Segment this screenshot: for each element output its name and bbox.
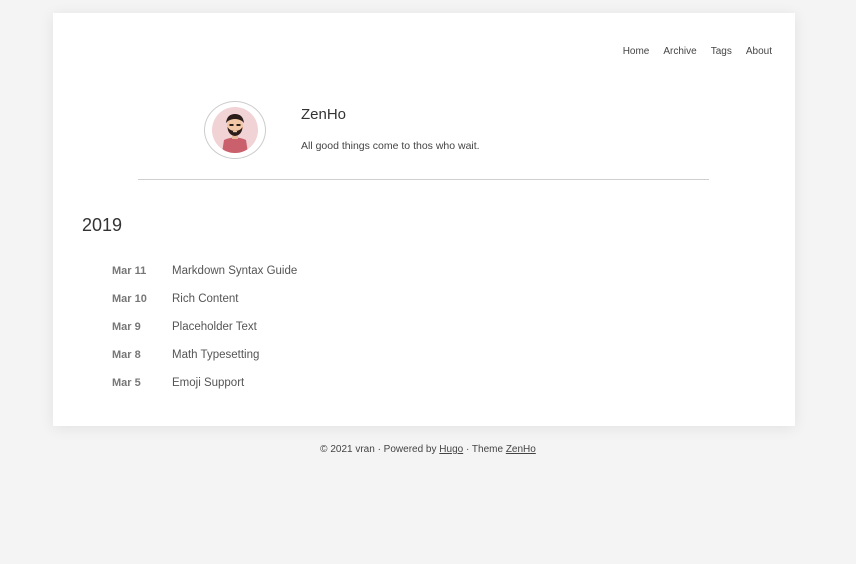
top-nav: Home Archive Tags About <box>623 46 772 57</box>
person-icon <box>222 114 248 153</box>
post-date: Mar 10 <box>112 293 147 305</box>
post-list: Mar 11 Markdown Syntax Guide Mar 10 Rich… <box>112 265 297 405</box>
site-description: All good things come to thos who wait. <box>301 140 480 152</box>
list-item: Mar 9 Placeholder Text <box>112 321 297 349</box>
footer-theme-text: · Theme <box>465 444 504 455</box>
footer: © 2021 vran · Powered by Hugo · Theme Ze… <box>0 444 856 455</box>
list-item: Mar 5 Emoji Support <box>112 377 297 405</box>
post-date: Mar 8 <box>112 349 141 361</box>
nav-home-link[interactable]: Home <box>623 46 650 57</box>
list-item: Mar 11 Markdown Syntax Guide <box>112 265 297 293</box>
post-date: Mar 9 <box>112 321 141 333</box>
list-item: Mar 8 Math Typesetting <box>112 349 297 377</box>
post-title-link[interactable]: Placeholder Text <box>172 321 257 333</box>
avatar-illustration <box>212 107 258 153</box>
main-card: Home Archive Tags About ZenHo All good t… <box>53 13 795 426</box>
post-date: Mar 11 <box>112 265 147 277</box>
avatar <box>204 101 266 159</box>
post-title-link[interactable]: Emoji Support <box>172 377 244 389</box>
header-divider <box>138 179 709 180</box>
nav-archive-link[interactable]: Archive <box>663 46 696 57</box>
site-title[interactable]: ZenHo <box>301 106 346 123</box>
post-title-link[interactable]: Rich Content <box>172 293 238 305</box>
archive-year-heading: 2019 <box>82 215 123 235</box>
hugo-link[interactable]: Hugo <box>439 444 463 455</box>
list-item: Mar 10 Rich Content <box>112 293 297 321</box>
theme-link[interactable]: ZenHo <box>506 444 536 455</box>
nav-tags-link[interactable]: Tags <box>711 46 732 57</box>
post-title-link[interactable]: Markdown Syntax Guide <box>172 265 297 277</box>
nav-about-link[interactable]: About <box>746 46 772 57</box>
post-title-link[interactable]: Math Typesetting <box>172 349 259 361</box>
post-date: Mar 5 <box>112 377 141 389</box>
footer-copyright: © 2021 vran · Powered by <box>320 444 437 455</box>
